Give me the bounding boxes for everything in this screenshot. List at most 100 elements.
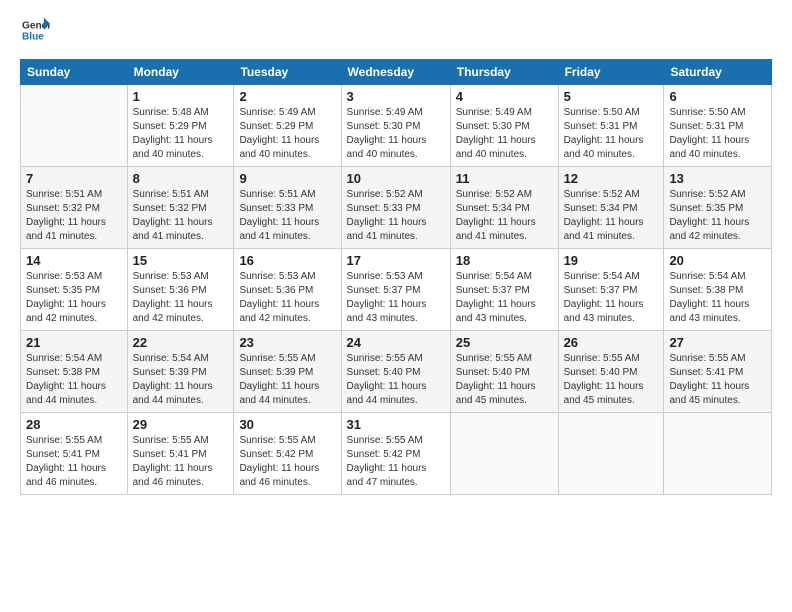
day-info: Sunrise: 5:55 AMSunset: 5:42 PMDaylight:… (239, 434, 335, 490)
day-number: 28 (26, 417, 122, 432)
day-info: Sunrise: 5:54 AMSunset: 5:39 PMDaylight:… (133, 352, 229, 408)
day-number: 17 (347, 253, 445, 268)
day-info: Sunrise: 5:52 AMSunset: 5:33 PMDaylight:… (347, 188, 445, 244)
calendar-cell: 22 Sunrise: 5:54 AMSunset: 5:39 PMDayligh… (127, 331, 234, 413)
day-number: 26 (564, 335, 659, 350)
day-number: 14 (26, 253, 122, 268)
calendar-cell: 18 Sunrise: 5:54 AMSunset: 5:37 PMDayligh… (450, 249, 558, 331)
day-number: 27 (669, 335, 766, 350)
day-info: Sunrise: 5:55 AMSunset: 5:39 PMDaylight:… (239, 352, 335, 408)
calendar-cell: 6 Sunrise: 5:50 AMSunset: 5:31 PMDaylight… (664, 85, 772, 167)
day-number: 31 (347, 417, 445, 432)
day-info: Sunrise: 5:49 AMSunset: 5:29 PMDaylight:… (239, 106, 335, 162)
day-info: Sunrise: 5:54 AMSunset: 5:38 PMDaylight:… (26, 352, 122, 408)
day-number: 8 (133, 171, 229, 186)
day-info: Sunrise: 5:48 AMSunset: 5:29 PMDaylight:… (133, 106, 229, 162)
logo: General Blue (20, 16, 50, 49)
day-info: Sunrise: 5:55 AMSunset: 5:42 PMDaylight:… (347, 434, 445, 490)
day-info: Sunrise: 5:52 AMSunset: 5:34 PMDaylight:… (456, 188, 553, 244)
day-info: Sunrise: 5:50 AMSunset: 5:31 PMDaylight:… (564, 106, 659, 162)
day-info: Sunrise: 5:54 AMSunset: 5:37 PMDaylight:… (564, 270, 659, 326)
day-info: Sunrise: 5:55 AMSunset: 5:41 PMDaylight:… (133, 434, 229, 490)
day-info: Sunrise: 5:55 AMSunset: 5:40 PMDaylight:… (347, 352, 445, 408)
day-info: Sunrise: 5:51 AMSunset: 5:33 PMDaylight:… (239, 188, 335, 244)
calendar-cell: 26 Sunrise: 5:55 AMSunset: 5:40 PMDayligh… (558, 331, 664, 413)
day-number: 2 (239, 89, 335, 104)
calendar-week-row: 7 Sunrise: 5:51 AMSunset: 5:32 PMDaylight… (21, 167, 772, 249)
day-number: 20 (669, 253, 766, 268)
calendar-cell: 24 Sunrise: 5:55 AMSunset: 5:40 PMDayligh… (341, 331, 450, 413)
calendar-cell: 3Sunrise: 5:49 AMSunset: 5:30 PMDaylight… (341, 85, 450, 167)
day-number: 15 (133, 253, 229, 268)
day-info: Sunrise: 5:53 AMSunset: 5:36 PMDaylight:… (239, 270, 335, 326)
calendar-cell: 7Sunrise: 5:51 AMSunset: 5:32 PMDaylight… (21, 167, 128, 249)
day-number: 10 (347, 171, 445, 186)
day-info: Sunrise: 5:51 AMSunset: 5:32 PMDaylight:… (133, 188, 229, 244)
svg-text:Blue: Blue (22, 31, 44, 42)
day-info: Sunrise: 5:54 AMSunset: 5:37 PMDaylight:… (456, 270, 553, 326)
day-info: Sunrise: 5:54 AMSunset: 5:38 PMDaylight:… (669, 270, 766, 326)
day-header-wednesday: Wednesday (341, 60, 450, 85)
calendar-cell: 12Sunrise: 5:52 AMSunset: 5:34 PMDayligh… (558, 167, 664, 249)
calendar-cell: 14Sunrise: 5:53 AMSunset: 5:35 PMDayligh… (21, 249, 128, 331)
day-info: Sunrise: 5:55 AMSunset: 5:40 PMDaylight:… (564, 352, 659, 408)
day-info: Sunrise: 5:49 AMSunset: 5:30 PMDaylight:… (456, 106, 553, 162)
day-header-tuesday: Tuesday (234, 60, 341, 85)
calendar-cell: 8 Sunrise: 5:51 AMSunset: 5:32 PMDaylight… (127, 167, 234, 249)
calendar-cell: 30 Sunrise: 5:55 AMSunset: 5:42 PMDayligh… (234, 413, 341, 495)
calendar-cell (450, 413, 558, 495)
day-number: 4 (456, 89, 553, 104)
logo-icon: General Blue (22, 16, 50, 44)
day-number: 25 (456, 335, 553, 350)
calendar-cell: 27 Sunrise: 5:55 AMSunset: 5:41 PMDayligh… (664, 331, 772, 413)
day-number: 6 (669, 89, 766, 104)
calendar-cell: 2 Sunrise: 5:49 AMSunset: 5:29 PMDaylight… (234, 85, 341, 167)
day-number: 24 (347, 335, 445, 350)
calendar-cell (664, 413, 772, 495)
calendar-cell: 16Sunrise: 5:53 AMSunset: 5:36 PMDayligh… (234, 249, 341, 331)
header: General Blue (20, 16, 772, 49)
day-info: Sunrise: 5:55 AMSunset: 5:41 PMDaylight:… (669, 352, 766, 408)
day-number: 18 (456, 253, 553, 268)
day-info: Sunrise: 5:49 AMSunset: 5:30 PMDaylight:… (347, 106, 445, 162)
day-number: 19 (564, 253, 659, 268)
day-number: 22 (133, 335, 229, 350)
calendar-cell: 4 Sunrise: 5:49 AMSunset: 5:30 PMDaylight… (450, 85, 558, 167)
calendar-cell: 13 Sunrise: 5:52 AMSunset: 5:35 PMDayligh… (664, 167, 772, 249)
calendar-cell: 25 Sunrise: 5:55 AMSunset: 5:40 PMDayligh… (450, 331, 558, 413)
calendar-week-row: 28 Sunrise: 5:55 AMSunset: 5:41 PMDayligh… (21, 413, 772, 495)
day-info: Sunrise: 5:50 AMSunset: 5:31 PMDaylight:… (669, 106, 766, 162)
calendar-cell: 29 Sunrise: 5:55 AMSunset: 5:41 PMDayligh… (127, 413, 234, 495)
day-number: 23 (239, 335, 335, 350)
day-info: Sunrise: 5:55 AMSunset: 5:40 PMDaylight:… (456, 352, 553, 408)
day-info: Sunrise: 5:53 AMSunset: 5:36 PMDaylight:… (133, 270, 229, 326)
calendar-cell: 23 Sunrise: 5:55 AMSunset: 5:39 PMDayligh… (234, 331, 341, 413)
day-number: 29 (133, 417, 229, 432)
day-number: 13 (669, 171, 766, 186)
calendar-week-row: 1 Sunrise: 5:48 AMSunset: 5:29 PMDaylight… (21, 85, 772, 167)
calendar-header-row: SundayMondayTuesdayWednesdayThursdayFrid… (21, 60, 772, 85)
calendar-cell: 15 Sunrise: 5:53 AMSunset: 5:36 PMDayligh… (127, 249, 234, 331)
calendar-cell: 31 Sunrise: 5:55 AMSunset: 5:42 PMDayligh… (341, 413, 450, 495)
calendar-cell: 21 Sunrise: 5:54 AMSunset: 5:38 PMDayligh… (21, 331, 128, 413)
day-number: 5 (564, 89, 659, 104)
day-info: Sunrise: 5:52 AMSunset: 5:35 PMDaylight:… (669, 188, 766, 244)
day-number: 11 (456, 171, 553, 186)
calendar-week-row: 14Sunrise: 5:53 AMSunset: 5:35 PMDayligh… (21, 249, 772, 331)
day-number: 12 (564, 171, 659, 186)
day-number: 21 (26, 335, 122, 350)
day-number: 30 (239, 417, 335, 432)
calendar-cell: 1 Sunrise: 5:48 AMSunset: 5:29 PMDaylight… (127, 85, 234, 167)
calendar-week-row: 21 Sunrise: 5:54 AMSunset: 5:38 PMDayligh… (21, 331, 772, 413)
calendar-cell: 9Sunrise: 5:51 AMSunset: 5:33 PMDaylight… (234, 167, 341, 249)
day-number: 1 (133, 89, 229, 104)
day-header-sunday: Sunday (21, 60, 128, 85)
calendar-cell: 5 Sunrise: 5:50 AMSunset: 5:31 PMDaylight… (558, 85, 664, 167)
day-header-friday: Friday (558, 60, 664, 85)
calendar-cell: 11 Sunrise: 5:52 AMSunset: 5:34 PMDayligh… (450, 167, 558, 249)
calendar-cell: 19 Sunrise: 5:54 AMSunset: 5:37 PMDayligh… (558, 249, 664, 331)
day-info: Sunrise: 5:55 AMSunset: 5:41 PMDaylight:… (26, 434, 122, 490)
day-number: 7 (26, 171, 122, 186)
calendar-table: SundayMondayTuesdayWednesdayThursdayFrid… (20, 59, 772, 495)
day-header-thursday: Thursday (450, 60, 558, 85)
